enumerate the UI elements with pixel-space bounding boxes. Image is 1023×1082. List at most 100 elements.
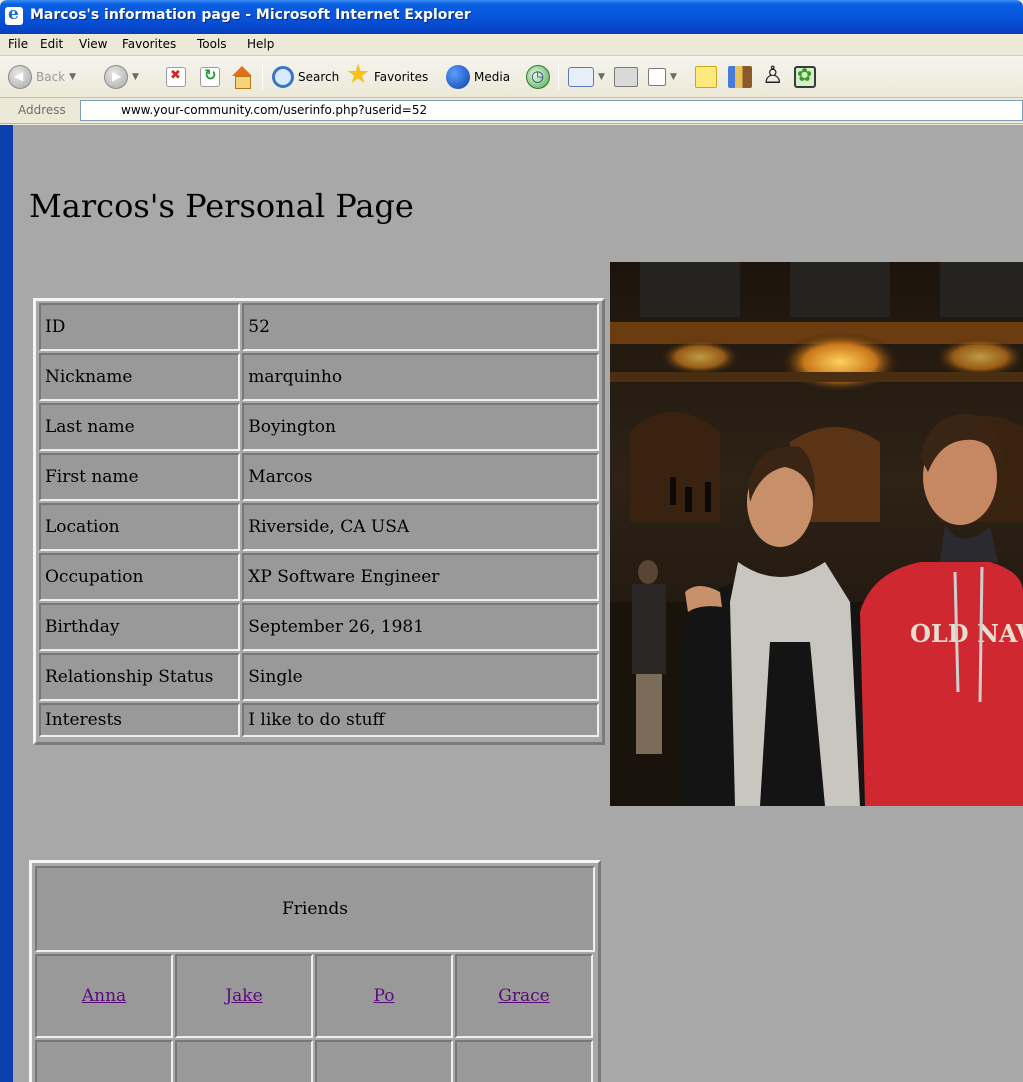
home-icon xyxy=(230,66,254,89)
title-bar[interactable]: Marcos's information page - Microsoft In… xyxy=(0,0,1023,34)
back-label: Back xyxy=(36,70,66,84)
friend-link[interactable]: Po xyxy=(374,986,395,1006)
friend-cell: Anna xyxy=(35,954,173,1038)
discuss-button[interactable] xyxy=(695,62,717,92)
friend-cell: Grace xyxy=(455,954,593,1038)
profile-row: Interests I like to do stuff xyxy=(39,703,599,737)
home-button[interactable] xyxy=(230,62,254,92)
research-books-icon xyxy=(728,66,752,88)
print-button[interactable] xyxy=(614,62,638,92)
menu-edit[interactable]: Edit xyxy=(40,37,63,51)
search-icon xyxy=(272,66,294,88)
note-icon xyxy=(695,66,717,88)
page-viewport[interactable]: Marcos's Personal Page ID 52 Nickname marqu… xyxy=(13,125,1023,1082)
profile-field-label: First name xyxy=(39,453,241,501)
profile-field-value: September 26, 1981 xyxy=(242,603,599,651)
ie-logo-icon xyxy=(5,4,23,25)
search-button[interactable]: Search xyxy=(272,62,339,92)
messenger-button[interactable] xyxy=(762,61,784,92)
friends-table: Friends Anna Jake Po Grace xyxy=(29,860,601,1082)
friend-link[interactable]: Anna xyxy=(82,986,126,1006)
history-icon xyxy=(526,65,550,89)
chevron-down-icon[interactable]: ▼ xyxy=(670,72,677,82)
profile-field-value: Boyington xyxy=(242,403,599,451)
profile-field-value: Riverside, CA USA xyxy=(242,503,599,551)
menu-tools[interactable]: Tools xyxy=(197,37,227,51)
favorites-label: Favorites xyxy=(374,70,429,84)
history-button[interactable] xyxy=(526,62,550,92)
profile-field-label: Occupation xyxy=(39,553,241,601)
friend-cell xyxy=(35,1040,173,1082)
research-button[interactable] xyxy=(728,62,752,92)
friend-link[interactable]: Jake xyxy=(225,986,262,1006)
profile-field-label: Relationship Status xyxy=(39,653,241,701)
friend-link[interactable]: Grace xyxy=(498,986,549,1006)
menu-file[interactable]: File xyxy=(8,37,28,51)
media-button[interactable]: Media xyxy=(446,62,510,92)
chevron-down-icon[interactable]: ▼ xyxy=(132,72,139,82)
window-frame-left xyxy=(0,125,13,1082)
toolbar-separator xyxy=(262,64,263,90)
window-title: Marcos's information page - Microsoft In… xyxy=(30,7,471,23)
profile-field-label: Birthday xyxy=(39,603,241,651)
toolbar: Back ▼ ▼ Search Favorites Media xyxy=(0,56,1023,98)
profile-field-value: 52 xyxy=(242,303,599,351)
friend-cell: Jake xyxy=(175,954,313,1038)
friends-header: Friends xyxy=(35,866,595,952)
toolbar-separator xyxy=(558,64,559,90)
chevron-down-icon[interactable]: ▼ xyxy=(69,72,76,82)
menu-help[interactable]: Help xyxy=(247,37,274,51)
favorites-star-icon xyxy=(346,59,370,90)
messenger-person-icon xyxy=(762,61,784,89)
address-input[interactable]: www.your-community.com/userinfo.php?user… xyxy=(80,100,1023,121)
profile-field-label: ID xyxy=(39,303,241,351)
chevron-down-icon[interactable]: ▼ xyxy=(598,72,605,82)
back-button[interactable]: Back ▼ xyxy=(8,62,76,92)
stop-button[interactable] xyxy=(166,62,186,92)
profile-row: Location Riverside, CA USA xyxy=(39,503,599,551)
forward-button[interactable]: ▼ xyxy=(104,62,139,92)
mail-button[interactable]: ▼ xyxy=(568,62,605,92)
edit-page-icon xyxy=(648,68,666,86)
edit-button[interactable]: ▼ xyxy=(648,62,677,92)
browser-window: Marcos's information page - Microsoft In… xyxy=(0,0,1023,1082)
menu-favorites[interactable]: Favorites xyxy=(122,37,176,51)
stop-icon xyxy=(166,67,186,87)
profile-field-value: marquinho xyxy=(242,353,599,401)
profile-photo: OLD NAVY xyxy=(610,262,1023,806)
media-label: Media xyxy=(474,70,511,84)
profile-row: Relationship Status Single xyxy=(39,653,599,701)
profile-field-value: XP Software Engineer xyxy=(242,553,599,601)
profile-field-label: Nickname xyxy=(39,353,241,401)
profile-row: First name Marcos xyxy=(39,453,599,501)
profile-row: Last name Boyington xyxy=(39,403,599,451)
page-title: Marcos's Personal Page xyxy=(29,187,414,225)
friend-cell xyxy=(455,1040,593,1082)
profile-field-label: Last name xyxy=(39,403,241,451)
address-label: Address xyxy=(18,103,66,117)
friend-cell xyxy=(315,1040,453,1082)
icq-button[interactable] xyxy=(794,62,816,92)
profile-field-label: Location xyxy=(39,503,241,551)
photo-shirt-text: OLD NAVY xyxy=(910,619,1023,648)
friend-cell: Po xyxy=(315,954,453,1038)
favorites-button[interactable]: Favorites xyxy=(346,59,429,92)
back-arrow-icon xyxy=(8,65,32,89)
forward-arrow-icon xyxy=(104,65,128,89)
friend-cell xyxy=(175,1040,313,1082)
address-bar: Address www.your-community.com/userinfo.… xyxy=(0,98,1023,124)
profile-row: Birthday September 26, 1981 xyxy=(39,603,599,651)
media-globe-icon xyxy=(446,65,470,89)
profile-field-value: I like to do stuff xyxy=(242,703,599,737)
profile-row: Nickname marquinho xyxy=(39,353,599,401)
profile-field-label: Interests xyxy=(39,703,241,737)
profile-table: ID 52 Nickname marquinho Last name Boyington F… xyxy=(33,298,605,745)
menu-bar: File Edit View Favorites Tools Help xyxy=(0,34,1023,56)
refresh-button[interactable] xyxy=(200,62,220,92)
profile-field-value: Single xyxy=(242,653,599,701)
menu-view[interactable]: View xyxy=(79,37,107,51)
profile-row: ID 52 xyxy=(39,303,599,351)
printer-icon xyxy=(614,67,638,87)
icq-flower-icon xyxy=(794,65,816,88)
refresh-icon xyxy=(200,66,220,87)
